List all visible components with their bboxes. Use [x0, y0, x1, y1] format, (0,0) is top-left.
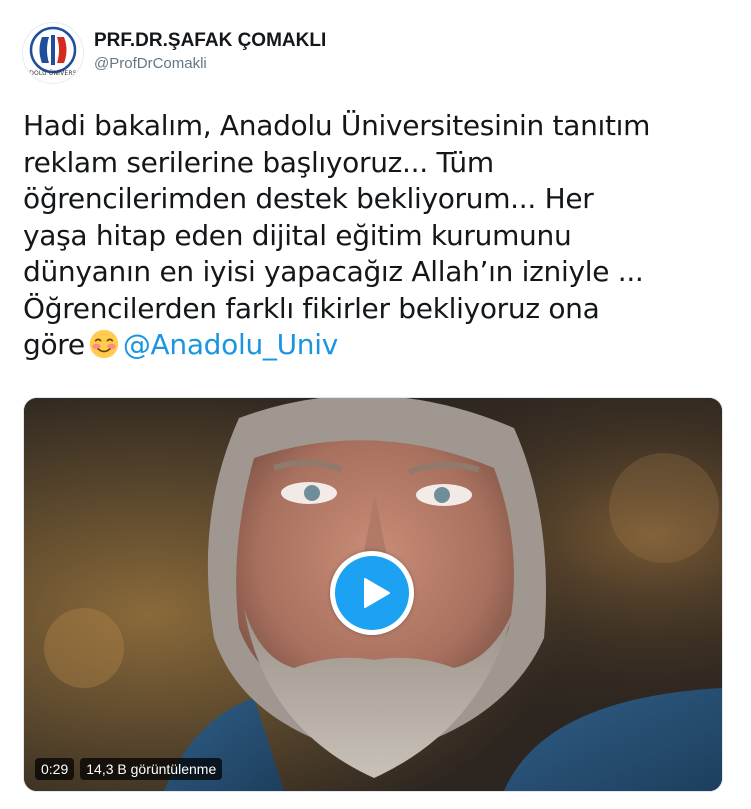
tweet-text: Hadi bakalım, Anadolu Üniversitesinin ta…: [23, 108, 723, 364]
user-handle[interactable]: @ProfDrComakli: [94, 54, 326, 74]
video-player[interactable]: 0:29 14,3 B görüntülenme: [23, 397, 723, 792]
avatar-caption: DOLU ÜNİVERS: [29, 70, 77, 77]
tweet-line: dünyanın en iyisi yapacağız Allah’ın izn…: [23, 255, 644, 288]
tweet-last-line: göre @Anadolu_Univ: [23, 328, 338, 361]
tweet-line: öğrencilerimden destek bekliyorum... Her: [23, 182, 594, 215]
play-icon: [364, 578, 390, 608]
video-views-badge: 14,3 B görüntülenme: [80, 758, 223, 780]
play-button-inner: [335, 556, 409, 630]
tweet-header: DOLU ÜNİVERS PRF.DR.ŞAFAK ÇOMAKLI @ProfD…: [22, 22, 722, 86]
tweet-line: yaşa hitap eden dijital eğitim kurumunu: [23, 218, 572, 252]
author-names: PRF.DR.ŞAFAK ÇOMAKLI @ProfDrComakli: [94, 30, 326, 74]
avatar[interactable]: DOLU ÜNİVERS: [22, 22, 84, 84]
tweet-line: Hadi bakalım, Anadolu Üniversitesinin ta…: [23, 109, 651, 142]
play-button[interactable]: [330, 551, 414, 635]
mention-link[interactable]: @Anadolu_Univ: [123, 328, 338, 361]
video-duration-badge: 0:29: [35, 758, 75, 780]
tweet-line: Öğrencilerden farklı fikirler bekliyoruz…: [23, 291, 600, 325]
smiling-face-with-blush-icon: [89, 329, 118, 359]
video-badges: 0:29 14,3 B görüntülenme: [35, 758, 223, 780]
tweet-line: göre: [23, 328, 85, 361]
tweet-line: reklam serilerine başlıyoruz... Tüm: [23, 145, 494, 179]
display-name[interactable]: PRF.DR.ŞAFAK ÇOMAKLI: [94, 30, 326, 52]
